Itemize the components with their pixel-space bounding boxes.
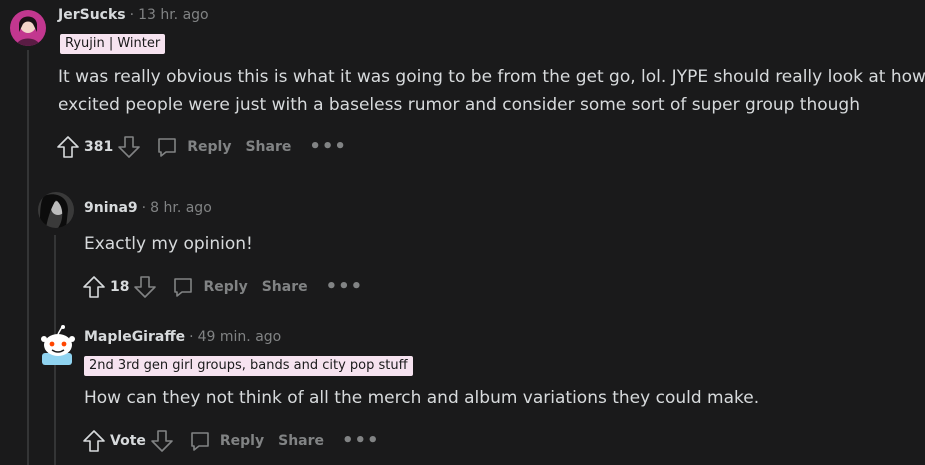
reply-label: Reply (203, 279, 248, 295)
timestamp[interactable]: 49 min. ago (198, 329, 282, 345)
reply-button[interactable]: Reply (188, 429, 264, 453)
user-avatar-image (10, 10, 46, 46)
comment-body: Exactly my opinion! (84, 230, 253, 258)
share-button[interactable]: Share (262, 279, 308, 295)
more-options-button[interactable]: ••• (326, 278, 364, 296)
avatar[interactable] (38, 192, 74, 228)
upvote-button[interactable] (82, 275, 106, 299)
comment-body-line: excited people were just with a baseless… (58, 95, 860, 115)
username[interactable]: 9nina9 (84, 200, 138, 216)
comment-body-line: How can they not think of all the merch … (84, 388, 760, 408)
comment-bubble-icon (191, 432, 209, 451)
share-button[interactable]: Share (278, 433, 324, 449)
comment-body: How can they not think of all the merch … (84, 384, 759, 412)
comment-body: It was really obvious this is what it wa… (58, 63, 925, 119)
reply-button[interactable]: Reply (155, 135, 231, 159)
separator: · (141, 200, 147, 216)
username[interactable]: MapleGiraffe (84, 329, 185, 345)
comment-actions: 18 Reply Share ••• (82, 272, 363, 302)
vote-count: 381 (84, 139, 114, 155)
downvote-button[interactable] (117, 135, 141, 159)
more-options-button[interactable]: ••• (309, 138, 347, 156)
thread-line[interactable] (27, 50, 29, 465)
upvote-button[interactable] (56, 135, 80, 159)
comment-bubble-icon (158, 138, 177, 157)
snoo-avatar-image (41, 325, 75, 365)
comment-meta: 9nina9 · 8 hr. ago (84, 200, 212, 216)
avatar[interactable] (38, 325, 75, 365)
reply-button[interactable]: Reply (171, 275, 248, 299)
comment-body-line: It was really obvious this is what it wa… (58, 67, 925, 87)
share-button[interactable]: Share (245, 139, 291, 155)
avatar[interactable] (10, 10, 46, 46)
reply-label: Reply (219, 433, 265, 449)
vote-count: 18 (110, 279, 130, 295)
separator: · (129, 7, 135, 23)
upvote-arrow-icon (57, 136, 79, 158)
downvote-arrow-icon (118, 136, 141, 158)
comment-bubble-icon (174, 278, 193, 297)
user-avatar-image (38, 192, 74, 228)
comment-meta: MapleGiraffe · 49 min. ago (84, 329, 281, 345)
downvote-button[interactable] (133, 275, 157, 299)
downvote-arrow-icon (134, 276, 157, 298)
vote-count: Vote (110, 433, 146, 449)
upvote-button[interactable] (82, 429, 106, 453)
comment-body-line: Exactly my opinion! (84, 234, 253, 254)
downvote-arrow-icon (151, 430, 173, 452)
timestamp[interactable]: 8 hr. ago (150, 200, 212, 216)
downvote-button[interactable] (150, 429, 174, 453)
user-flair: Ryujin | Winter (60, 34, 166, 54)
reply-label: Reply (187, 139, 232, 155)
timestamp[interactable]: 13 hr. ago (138, 7, 209, 23)
separator: · (189, 329, 194, 345)
comment-actions: Vote Reply Share ••• (82, 426, 380, 456)
user-flair: 2nd 3rd gen girl groups, bands and city … (84, 356, 413, 376)
comment-thread: JerSucks · 13 hr. ago Ryujin | Winter It w… (0, 0, 925, 465)
username[interactable]: JerSucks (58, 7, 126, 23)
comment-actions: 381 Reply Share ••• (56, 132, 347, 162)
more-options-button[interactable]: ••• (342, 432, 380, 450)
comment-meta: JerSucks · 13 hr. ago (58, 7, 209, 23)
upvote-arrow-icon (83, 276, 105, 298)
upvote-arrow-icon (83, 430, 105, 452)
